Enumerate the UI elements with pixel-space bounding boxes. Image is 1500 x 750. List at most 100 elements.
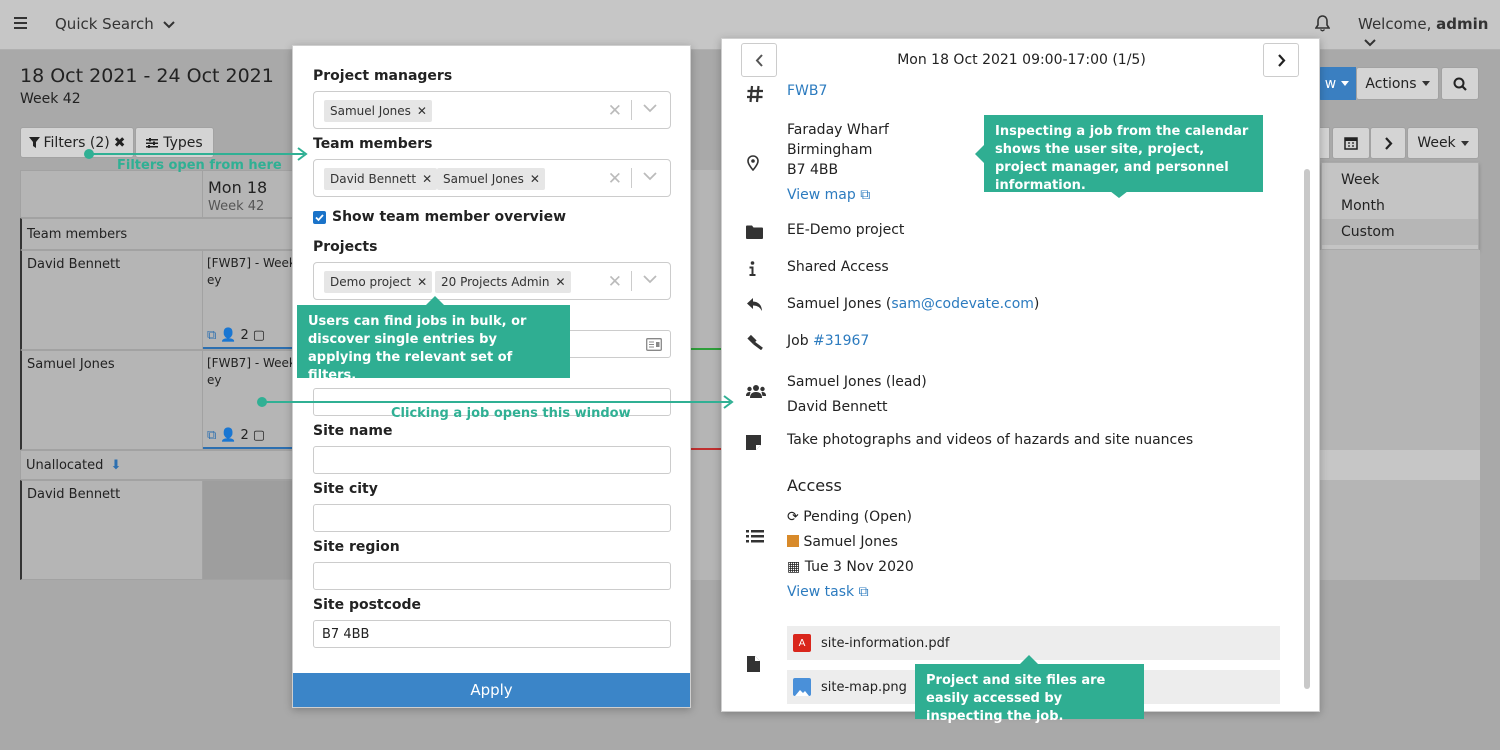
calendar-job-cell[interactable]: [FWB7] - Week ey ⧉ 👤 2 ▢	[202, 250, 296, 350]
unallocated-section: Unallocated ⬇	[20, 450, 294, 480]
quick-search-dropdown[interactable]: Quick Search	[55, 15, 175, 33]
callout-filters-open: Filters open from here	[117, 158, 282, 173]
job-title: [FWB7] - Week	[207, 356, 296, 370]
job-code-link[interactable]: FWB7	[787, 83, 827, 99]
task-status: ⟳ Pending (Open)	[787, 509, 912, 525]
manager-email-link[interactable]: sam@codevate.com	[891, 296, 1034, 312]
remove-tag-icon[interactable]: ✕	[417, 275, 427, 289]
remove-tag-icon[interactable]: ✕	[417, 104, 427, 118]
pdf-icon: A	[793, 634, 811, 652]
callout-pointer	[975, 145, 984, 163]
view-task-link[interactable]: View task ⧉	[787, 580, 914, 605]
file-icon	[747, 656, 760, 672]
view-option-week[interactable]: Week	[1322, 167, 1478, 193]
calendar-picker-button[interactable]	[1332, 127, 1370, 159]
personnel-item: David Bennett	[787, 399, 888, 415]
callout-inspecting: Inspecting a job from the calendar shows…	[984, 115, 1263, 193]
clear-icon[interactable]: ✕	[608, 101, 622, 121]
job-note: Take photographs and videos of hazards a…	[787, 432, 1194, 448]
sticky-note-icon	[746, 435, 761, 450]
gavel-icon	[746, 334, 764, 350]
users-icon	[746, 384, 766, 399]
job-count: 2	[240, 328, 249, 343]
remove-tag-icon[interactable]: ✕	[530, 172, 540, 186]
sliders-icon	[146, 137, 159, 148]
info-icon	[749, 261, 756, 276]
hash-icon	[746, 85, 764, 103]
callout-pointer	[1110, 191, 1128, 198]
view-select[interactable]: Week	[1407, 127, 1479, 159]
types-label: Types	[163, 134, 203, 151]
clear-icon[interactable]: ✕	[608, 169, 622, 189]
quick-search-label: Quick Search	[55, 15, 154, 33]
welcome-user: admin	[1436, 15, 1489, 33]
site-postcode-input[interactable]: B7 4BB	[313, 620, 671, 648]
view-map-link[interactable]: View map ⧉	[787, 185, 889, 205]
chevron-right-icon	[1384, 136, 1393, 150]
row-user-name: David Bennett	[27, 487, 121, 502]
job-number-link[interactable]: #31967	[813, 333, 869, 349]
job-title-cont: ey	[207, 373, 222, 387]
remove-tag-icon[interactable]: ✕	[555, 275, 565, 289]
projects-select[interactable]: Demo project ✕ 20 Projects Admin ✕ ✕	[313, 262, 671, 300]
download-icon[interactable]: ⬇	[111, 458, 122, 473]
callout-pointer	[1020, 655, 1038, 664]
next-job-button[interactable]	[1263, 43, 1299, 77]
job-meta: ⧉ 👤 2 ▢	[207, 428, 265, 443]
user-icon: 👤	[220, 428, 237, 443]
clear-icon[interactable]: ✕	[608, 272, 622, 292]
project-managers-select[interactable]: Samuel Jones ✕ ✕	[313, 91, 671, 129]
checkbox-checked[interactable]	[313, 210, 326, 224]
project-name: EE-Demo project	[787, 222, 905, 238]
filters-label: Filters (2)	[43, 134, 110, 151]
external-link-icon[interactable]: ⧉	[207, 428, 216, 443]
date-range-title: 18 Oct 2021 - 24 Oct 2021	[20, 65, 274, 87]
chevron-right-icon	[1277, 53, 1286, 67]
view-option-month[interactable]: Month	[1322, 193, 1478, 219]
site-name-input[interactable]	[313, 446, 671, 474]
team-members-label: Team members	[313, 136, 433, 152]
site-name-label: Site name	[313, 423, 393, 439]
id-card-icon	[646, 338, 662, 351]
next-period-button[interactable]	[1370, 127, 1406, 159]
chevron-down-icon[interactable]	[643, 104, 657, 113]
scrollbar[interactable]	[1304, 169, 1310, 689]
chevron-down-icon[interactable]	[643, 172, 657, 181]
access-section-title: Access	[787, 476, 842, 495]
search-button[interactable]	[1441, 67, 1479, 100]
view-button[interactable]: w	[1318, 67, 1356, 100]
unallocated-strip	[1318, 450, 1480, 480]
bell-icon[interactable]	[1315, 15, 1330, 32]
actions-label: Actions	[1365, 75, 1417, 92]
chevron-down-icon	[162, 20, 175, 29]
job-title-cont: ey	[207, 273, 222, 287]
close-icon[interactable]: ✖	[114, 135, 126, 151]
remove-tag-icon[interactable]: ✕	[422, 172, 432, 186]
chevron-down-icon[interactable]	[643, 275, 657, 284]
hamburger-menu-icon[interactable]	[14, 17, 27, 29]
calendar-day-header: Mon 18 Week 42	[202, 170, 294, 218]
actions-button[interactable]: Actions	[1356, 67, 1439, 100]
external-link-icon[interactable]: ⧉	[207, 328, 216, 343]
view-option-custom[interactable]: Custom	[1322, 219, 1478, 245]
calendar-row-user: Samuel Jones	[20, 350, 203, 450]
team-members-select[interactable]: David Bennett ✕ Samuel Jones ✕ ✕	[313, 159, 671, 197]
site-city-input[interactable]	[313, 504, 671, 532]
unallocated-label: Unallocated ⬇	[26, 458, 122, 473]
file-name: site-information.pdf	[821, 635, 950, 651]
refresh-icon: ⟳	[787, 509, 799, 525]
apply-button[interactable]: Apply	[293, 673, 690, 707]
view-dropdown-menu: Week Month Custom	[1321, 162, 1479, 250]
job-meta: ⧉ 👤 2 ▢	[207, 328, 265, 343]
chevron-down-icon	[1364, 38, 1376, 47]
welcome-menu[interactable]: Welcome, admin	[1358, 15, 1500, 51]
overview-checkbox-row[interactable]: Show team member overview	[313, 209, 566, 225]
task-user: Samuel Jones	[787, 530, 914, 555]
calendar-job-cell[interactable]: [FWB7] - Week ey ⧉ 👤 2 ▢	[202, 350, 296, 450]
calendar-row-user: David Bennett	[20, 480, 203, 580]
tm-tag: David Bennett ✕	[324, 168, 438, 190]
callout-files: Project and site files are easily access…	[915, 664, 1144, 724]
site-region-input[interactable]	[313, 562, 671, 590]
project-manager: Samuel Jones (sam@codevate.com)	[787, 296, 1040, 312]
filter-icon	[28, 137, 40, 148]
